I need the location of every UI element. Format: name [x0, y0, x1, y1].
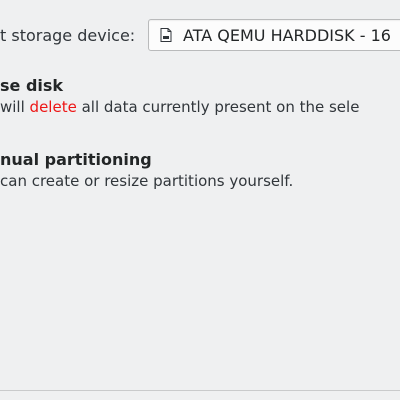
- bottom-divider: [0, 390, 400, 391]
- erase-desc-suffix: all data currently present on the sele: [76, 98, 360, 116]
- partition-page: t storage device: ATA QEMU HARDDISK - 16…: [0, 0, 400, 400]
- storage-device-label: t storage device:: [0, 26, 136, 45]
- drive-harddisk-icon: [160, 28, 172, 42]
- delete-warning-word: delete: [29, 98, 77, 116]
- manual-partitioning-description: can create or resize partitions yourself…: [0, 172, 294, 190]
- erase-disk-option[interactable]: se disk will delete all data currently p…: [0, 76, 400, 117]
- manual-partitioning-title: nual partitioning: [0, 150, 152, 169]
- storage-device-combobox[interactable]: ATA QEMU HARDDISK - 16: [148, 19, 400, 51]
- selected-device-text: ATA QEMU HARDDISK - 16: [183, 25, 391, 45]
- erase-disk-description: will delete all data currently present o…: [0, 97, 400, 117]
- manual-partitioning-option[interactable]: nual partitioning can create or resize p…: [0, 150, 400, 191]
- erase-disk-title: se disk: [0, 76, 64, 95]
- erase-desc-prefix: will: [0, 98, 30, 116]
